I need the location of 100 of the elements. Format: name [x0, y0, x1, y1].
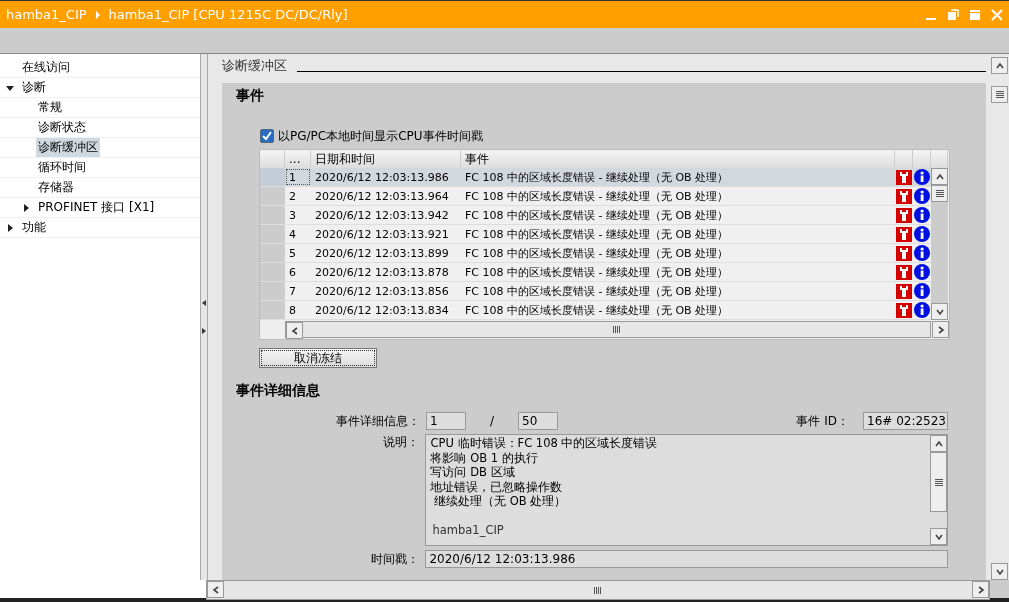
table-cell-text: 7 — [288, 284, 297, 298]
table-cell-text: 2020/6/12 12:03:13.942 — [314, 208, 450, 222]
table-cell-text: 3 — [288, 208, 297, 222]
chevron-up-icon[interactable] — [934, 439, 943, 448]
info-icon — [914, 207, 930, 223]
wrench-icon — [896, 283, 912, 299]
chevron-right-icon[interactable] — [976, 585, 985, 594]
table-cell-text: 2020/6/12 12:03:13.899 — [314, 246, 450, 260]
tree-item[interactable]: 常规 — [36, 98, 64, 117]
table-row[interactable]: 1 2020/6/12 12:03:13.986 FC 108 中的区域长度错误 - 继续处理（无 OB 处理） — [260, 168, 931, 187]
chevron-left-icon[interactable] — [211, 585, 220, 594]
table-cell-text: FC 108 中的区域长度错误 - 继续处理（无 OB 处理） — [464, 188, 730, 204]
table-cell-text: FC 108 中的区域长度错误 - 继续处理（无 OB 处理） — [464, 169, 730, 185]
chevron-down-icon[interactable] — [935, 307, 944, 316]
tree-item[interactable]: 功能 — [20, 218, 48, 237]
table-cell-text: 6 — [288, 265, 297, 279]
description-line: 写访问 DB 区域 — [430, 465, 516, 480]
chevron-up-icon[interactable] — [995, 61, 1004, 70]
chevron-right-icon[interactable] — [936, 325, 945, 334]
description-line: 将影响 OB 1 的执行 — [430, 450, 539, 465]
expanded-arrow-icon[interactable] — [6, 83, 14, 92]
table-cell-text: FC 108 中的区域长度错误 - 继续处理（无 OB 处理） — [464, 264, 730, 280]
tree-item[interactable]: 在线访问 — [20, 58, 72, 77]
event-id-field: 16# 02:2523 — [863, 412, 948, 430]
info-icon — [914, 245, 930, 261]
separator-text: / — [488, 414, 495, 428]
description-line: 继续处理（无 OB 处理） — [433, 494, 568, 509]
breadcrumb-arrow-icon — [94, 10, 101, 19]
table-cell-text: 2020/6/12 12:03:13.986 — [314, 170, 450, 184]
scroll-grip-icon[interactable] — [935, 190, 944, 197]
scroll-grip-icon[interactable] — [995, 91, 1004, 98]
table-row[interactable]: 7 2020/6/12 12:03:13.856 FC 108 中的区域长度错误 - 继续处理（无 OB 处理） — [260, 282, 931, 301]
scroll-grip-icon[interactable] — [612, 326, 621, 333]
table-row[interactable]: 5 2020/6/12 12:03:13.899 FC 108 中的区域长度错误 - 继续处理（无 OB 处理） — [260, 244, 931, 263]
collapse-left-icon[interactable] — [202, 300, 206, 306]
table-row[interactable]: 4 2020/6/12 12:03:13.921 FC 108 中的区域长度错误 - 继续处理（无 OB 处理） — [260, 225, 931, 244]
wrench-icon — [896, 264, 912, 280]
section-title: 诊断缓冲区 — [222, 57, 287, 75]
scroll-grip-icon[interactable] — [934, 478, 943, 486]
description-line: CPU 临时错误：FC 108 中的区域长度错误 — [430, 436, 659, 451]
table-cell-text: 2020/6/12 12:03:13.921 — [314, 227, 450, 241]
table-cell-text: 8 — [288, 303, 297, 317]
unfreeze-button[interactable]: 取消冻结 — [259, 348, 377, 368]
info-icon — [914, 264, 930, 280]
horizontal-scrollbar[interactable] — [206, 580, 990, 600]
table-cell-text: 2020/6/12 12:03:13.964 — [314, 189, 450, 203]
tree-item[interactable]: PROFINET 接口 [X1] — [36, 198, 157, 217]
timestamp-field: 2020/6/12 12:03:13.986 — [425, 550, 948, 568]
table-row[interactable]: 8 2020/6/12 12:03:13.834 FC 108 中的区域长度错误 - 继续处理（无 OB 处理） — [260, 301, 931, 320]
event-number-field[interactable]: 1 — [426, 412, 466, 430]
table-row[interactable]: 3 2020/6/12 12:03:13.942 FC 108 中的区域长度错误 - 继续处理（无 OB 处理） — [260, 206, 931, 225]
chevron-down-icon[interactable] — [995, 567, 1004, 576]
wrench-icon — [896, 302, 912, 318]
tree-item[interactable]: 循环时间 — [36, 158, 88, 177]
expand-right-icon[interactable] — [202, 328, 206, 334]
field-label: 时间戳： — [370, 550, 420, 568]
info-icon — [914, 188, 930, 204]
field-label: 事件 ID： — [796, 412, 849, 430]
chevron-up-icon[interactable] — [935, 172, 944, 181]
table-cell-text: 4 — [288, 227, 297, 241]
section-heading: 事件详细信息 — [236, 382, 321, 400]
chevron-left-icon[interactable] — [290, 326, 299, 335]
table-row[interactable]: 2 2020/6/12 12:03:13.964 FC 108 中的区域长度错误 - 继续处理（无 OB 处理） — [260, 187, 931, 206]
description-line: 地址错误，已忽略操作数 — [430, 479, 564, 494]
info-icon — [914, 226, 930, 242]
wrench-icon — [896, 207, 912, 223]
checkbox-label: 以PG/PC本地时间显示CPU事件时间戳 — [278, 127, 483, 145]
description-footer: hamba1_CIP — [430, 522, 926, 537]
table-cell-text: FC 108 中的区域长度错误 - 继续处理（无 OB 处理） — [464, 207, 730, 223]
checkbox[interactable] — [260, 129, 274, 143]
vertical-scrollbar[interactable] — [931, 168, 948, 320]
wrench-icon — [896, 188, 912, 204]
table-cell-text: FC 108 中的区域长度错误 - 继续处理（无 OB 处理） — [464, 283, 730, 299]
collapsed-arrow-icon[interactable] — [6, 223, 14, 232]
table-cell-text: 2020/6/12 12:03:13.878 — [314, 265, 450, 279]
tree-item[interactable]: 诊断状态 — [36, 118, 88, 137]
tree-item[interactable]: 存储器 — [36, 178, 76, 197]
wrench-icon — [896, 245, 912, 261]
scroll-grip-icon[interactable] — [594, 586, 602, 594]
horizontal-scrollbar[interactable] — [285, 321, 931, 338]
wrench-icon — [896, 169, 912, 185]
info-icon — [914, 302, 930, 318]
info-icon — [914, 283, 930, 299]
tree-item[interactable]: 诊断 — [20, 78, 48, 97]
table-cell: 1 — [285, 168, 311, 186]
table-cell-text: 2020/6/12 12:03:13.856 — [314, 284, 450, 298]
field-label: 事件详细信息： — [335, 412, 420, 430]
table-cell-text: FC 108 中的区域长度错误 - 继续处理（无 OB 处理） — [464, 302, 730, 318]
section-heading: 事件 — [236, 87, 265, 105]
table-cell-text: 2020/6/12 12:03:13.834 — [314, 303, 450, 317]
info-icon — [914, 169, 930, 185]
table-cell-text: 2 — [288, 189, 297, 203]
vertical-scrollbar[interactable] — [990, 54, 1009, 580]
table-row[interactable]: 6 2020/6/12 12:03:13.878 FC 108 中的区域长度错误 - 继续处理（无 OB 处理） — [260, 263, 931, 282]
field-label: 说明： — [382, 434, 420, 451]
event-total-field: 50 — [518, 412, 558, 430]
chevron-down-icon[interactable] — [934, 532, 943, 541]
tree-item[interactable]: 诊断缓冲区 — [36, 138, 100, 157]
collapsed-arrow-icon[interactable] — [22, 203, 30, 212]
description-box[interactable]: CPU 临时错误：FC 108 中的区域长度错误 将影响 OB 1 的执行 写访问 DB 区域 地址错误，已忽略操作数 继续处理（无 OB 处理） hamba1_CIP — [425, 434, 948, 546]
